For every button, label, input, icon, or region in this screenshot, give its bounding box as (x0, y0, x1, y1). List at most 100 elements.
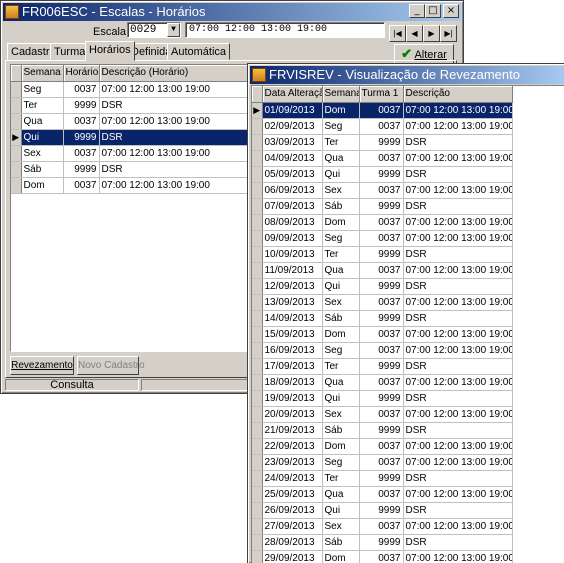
table-row[interactable]: Dom 0037 07:00 12:00 13:00 19:00 (11, 177, 272, 194)
cell-data-alteracao[interactable]: 05/09/2013 (262, 166, 323, 183)
cell-data-alteracao[interactable]: 08/09/2013 (262, 214, 323, 231)
cell-turma[interactable]: 9999 (359, 198, 404, 215)
maximize-button[interactable]: □ (425, 4, 441, 18)
table-row[interactable]: Qua 0037 07:00 12:00 13:00 19:00 (11, 113, 272, 130)
table-row[interactable]: 19/09/2013 Qui 9999 DSR (252, 390, 513, 407)
table-row[interactable]: 14/09/2013 Sáb 9999 DSR (252, 310, 513, 327)
cell-semana[interactable]: Qui (322, 166, 360, 183)
cell-horario[interactable]: 9999 (63, 97, 100, 114)
cell-descricao[interactable]: DSR (403, 278, 513, 295)
table-row[interactable]: 21/09/2013 Sáb 9999 DSR (252, 422, 513, 439)
cell-turma[interactable]: 0037 (359, 230, 404, 247)
cell-turma[interactable]: 0037 (359, 374, 404, 391)
cell-data-alteracao[interactable]: 25/09/2013 (262, 486, 323, 503)
table-row[interactable]: 11/09/2013 Qua 0037 07:00 12:00 13:00 19:00 (252, 262, 513, 279)
cell-turma[interactable]: 0037 (359, 486, 404, 503)
cell-data-alteracao[interactable]: 23/09/2013 (262, 454, 323, 471)
cell-descricao[interactable]: 07:00 12:00 13:00 19:00 (403, 326, 513, 343)
cell-turma[interactable]: 9999 (359, 246, 404, 263)
table-row[interactable]: 02/09/2013 Seg 0037 07:00 12:00 13:00 19:00 (252, 118, 513, 135)
cell-turma[interactable]: 0037 (359, 550, 404, 563)
table-row[interactable]: 20/09/2013 Sex 0037 07:00 12:00 13:00 19:00 (252, 406, 513, 423)
table-row[interactable]: ▶ 01/09/2013 Dom 0037 07:00 12:00 13:00 19:0… (252, 102, 513, 119)
cell-turma[interactable]: 0037 (359, 262, 404, 279)
cell-semana[interactable]: Dom (21, 177, 64, 194)
cell-descricao[interactable]: 07:00 12:00 13:00 19:00 (403, 230, 513, 247)
table-row[interactable]: 18/09/2013 Qua 0037 07:00 12:00 13:00 19:00 (252, 374, 513, 391)
revezamento-titlebar[interactable]: FRVISREV - Visualização de Revezamento (250, 66, 564, 84)
cell-horario[interactable]: 0037 (63, 113, 100, 130)
cell-data-alteracao[interactable]: 16/09/2013 (262, 342, 323, 359)
table-row[interactable]: 28/09/2013 Sáb 9999 DSR (252, 534, 513, 551)
minimize-button[interactable]: _ (409, 4, 425, 18)
table-row[interactable]: 25/09/2013 Qua 0037 07:00 12:00 13:00 19:00 (252, 486, 513, 503)
table-row[interactable]: 17/09/2013 Ter 9999 DSR (252, 358, 513, 375)
cell-semana[interactable]: Seg (322, 118, 360, 135)
nav-prev-button[interactable]: ◀ (406, 25, 423, 42)
cell-data-alteracao[interactable]: 11/09/2013 (262, 262, 323, 279)
cell-descricao[interactable]: 07:00 12:00 13:00 19:00 (403, 438, 513, 455)
column-header-turma[interactable]: Turma 1 (359, 86, 404, 103)
cell-data-alteracao[interactable]: 17/09/2013 (262, 358, 323, 375)
cell-descricao[interactable]: 07:00 12:00 13:00 19:00 (403, 550, 513, 563)
cell-semana[interactable]: Sáb (21, 161, 64, 178)
cell-semana[interactable]: Sáb (322, 422, 360, 439)
nav-last-button[interactable]: ▶| (440, 25, 457, 42)
cell-turma[interactable]: 0037 (359, 326, 404, 343)
chevron-down-icon[interactable]: ▼ (167, 23, 180, 37)
table-row[interactable]: 23/09/2013 Seg 0037 07:00 12:00 13:00 19:00 (252, 454, 513, 471)
cell-descricao[interactable]: 07:00 12:00 13:00 19:00 (403, 374, 513, 391)
cell-descricao[interactable]: 07:00 12:00 13:00 19:00 (99, 177, 272, 194)
cell-data-alteracao[interactable]: 22/09/2013 (262, 438, 323, 455)
cell-semana[interactable]: Sex (322, 294, 360, 311)
column-header-semana[interactable]: Semana (322, 86, 360, 103)
cell-descricao[interactable]: 07:00 12:00 13:00 19:00 (403, 214, 513, 231)
cell-semana[interactable]: Seg (21, 81, 64, 98)
cell-descricao[interactable]: 07:00 12:00 13:00 19:00 (403, 294, 513, 311)
cell-semana[interactable]: Ter (21, 97, 64, 114)
table-row[interactable]: 04/09/2013 Qua 0037 07:00 12:00 13:00 19:00 (252, 150, 513, 167)
cell-descricao[interactable]: 07:00 12:00 13:00 19:00 (99, 81, 272, 98)
cell-semana[interactable]: Qua (21, 113, 64, 130)
cell-horario[interactable]: 9999 (63, 129, 100, 146)
cell-descricao[interactable]: DSR (403, 502, 513, 519)
cell-semana[interactable]: Qua (322, 150, 360, 167)
cell-descricao[interactable]: 07:00 12:00 13:00 19:00 (403, 182, 513, 199)
cell-semana[interactable]: Qua (322, 374, 360, 391)
cell-semana[interactable]: Sáb (322, 534, 360, 551)
cell-descricao[interactable]: DSR (99, 161, 272, 178)
table-row[interactable]: 24/09/2013 Ter 9999 DSR (252, 470, 513, 487)
table-row[interactable]: 27/09/2013 Sex 0037 07:00 12:00 13:00 19:00 (252, 518, 513, 535)
cell-turma[interactable]: 9999 (359, 470, 404, 487)
cell-descricao[interactable]: 07:00 12:00 13:00 19:00 (403, 486, 513, 503)
cell-semana[interactable]: Dom (322, 438, 360, 455)
cell-data-alteracao[interactable]: 15/09/2013 (262, 326, 323, 343)
cell-turma[interactable]: 9999 (359, 166, 404, 183)
cell-data-alteracao[interactable]: 04/09/2013 (262, 150, 323, 167)
cell-semana[interactable]: Dom (322, 326, 360, 343)
cell-descricao[interactable]: DSR (403, 358, 513, 375)
nav-next-button[interactable]: ▶ (423, 25, 440, 42)
cell-turma[interactable]: 0037 (359, 102, 404, 119)
cell-data-alteracao[interactable]: 03/09/2013 (262, 134, 323, 151)
cell-data-alteracao[interactable]: 14/09/2013 (262, 310, 323, 327)
tab-horarios[interactable]: Horários (85, 41, 135, 61)
cell-turma[interactable]: 0037 (359, 182, 404, 199)
cell-data-alteracao[interactable]: 13/09/2013 (262, 294, 323, 311)
table-row[interactable]: 05/09/2013 Qui 9999 DSR (252, 166, 513, 183)
cell-data-alteracao[interactable]: 01/09/2013 (262, 102, 323, 119)
cell-data-alteracao[interactable]: 18/09/2013 (262, 374, 323, 391)
cell-turma[interactable]: 9999 (359, 278, 404, 295)
cell-descricao[interactable]: DSR (403, 310, 513, 327)
cell-semana[interactable]: Sex (322, 518, 360, 535)
table-row[interactable]: 10/09/2013 Ter 9999 DSR (252, 246, 513, 263)
table-row[interactable]: 09/09/2013 Seg 0037 07:00 12:00 13:00 19:00 (252, 230, 513, 247)
cell-descricao[interactable]: 07:00 12:00 13:00 19:00 (403, 102, 513, 119)
cell-data-alteracao[interactable]: 24/09/2013 (262, 470, 323, 487)
novo-cadastro-button[interactable]: Novo Cadastro (77, 356, 145, 375)
cell-turma[interactable]: 9999 (359, 358, 404, 375)
escalas-titlebar[interactable]: FR006ESC - Escalas - Horários (3, 3, 461, 21)
cell-turma[interactable]: 0037 (359, 406, 404, 423)
cell-data-alteracao[interactable]: 09/09/2013 (262, 230, 323, 247)
table-row[interactable]: Sex 0037 07:00 12:00 13:00 19:00 (11, 145, 272, 162)
